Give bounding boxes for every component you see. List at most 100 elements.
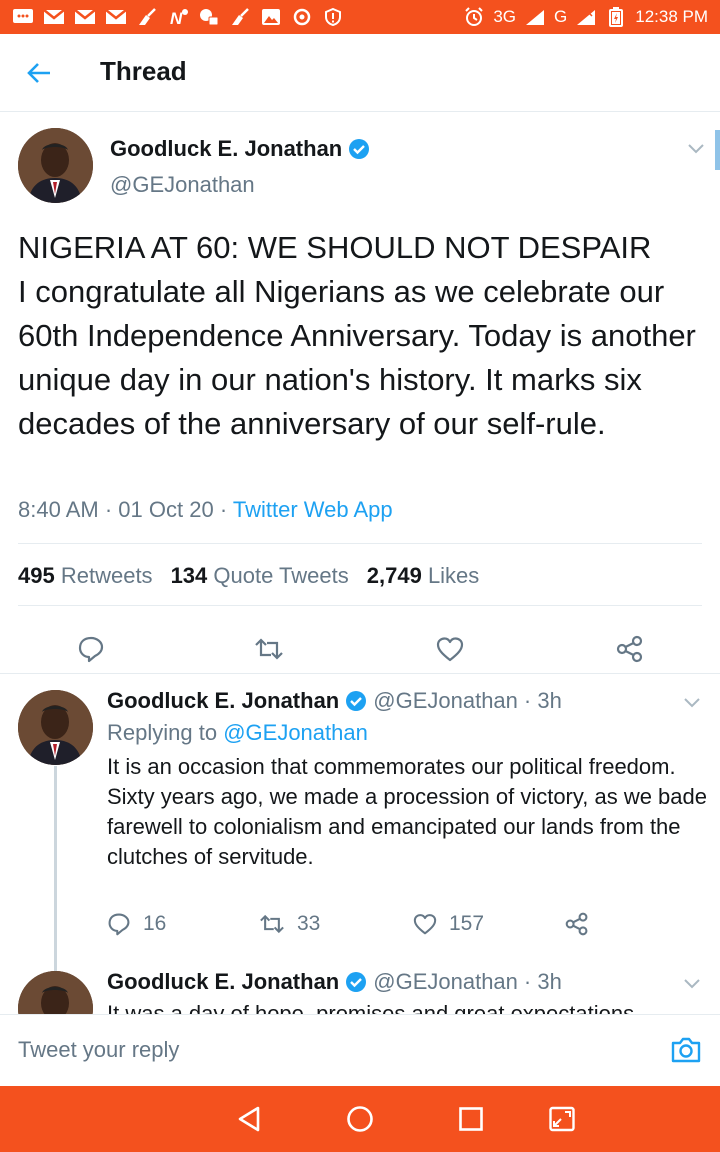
arrow-left-icon bbox=[27, 63, 50, 83]
reply-count: 16 bbox=[143, 912, 167, 935]
retweets-stat[interactable]: 495 Retweets bbox=[18, 563, 153, 589]
nav-recents-button[interactable] bbox=[456, 1104, 486, 1134]
tweet-date: 01 Oct 20 bbox=[118, 497, 214, 522]
tweet-actions bbox=[0, 622, 720, 672]
meta-separator: · bbox=[104, 497, 113, 522]
tweet-age: · 3h bbox=[523, 688, 562, 713]
author-name[interactable]: Goodluck E. Jonathan bbox=[110, 136, 370, 162]
retweet-icon bbox=[260, 914, 284, 934]
likes-count: 2,749 bbox=[366, 563, 422, 588]
verified-badge-icon bbox=[346, 972, 367, 992]
back-button[interactable] bbox=[22, 56, 56, 90]
tweet-options-button[interactable] bbox=[681, 692, 703, 714]
chevron-down-icon bbox=[684, 698, 700, 708]
author-handle[interactable]: @GEJonathan bbox=[110, 172, 255, 198]
clock: 12:38 PM bbox=[635, 7, 708, 26]
share-icon bbox=[616, 635, 643, 663]
avatar[interactable] bbox=[18, 128, 93, 203]
camera-icon bbox=[671, 1037, 701, 1063]
notification-icons: N bbox=[12, 8, 344, 26]
square-recents-icon bbox=[459, 1107, 483, 1131]
tweet-time: 8:40 AM bbox=[18, 497, 99, 522]
reply-input[interactable] bbox=[18, 1037, 618, 1063]
retweet-count: 33 bbox=[297, 912, 321, 935]
heart-icon bbox=[436, 637, 464, 662]
author-name[interactable]: Goodluck E. Jonathan bbox=[107, 688, 339, 714]
author-name[interactable]: Goodluck E. Jonathan bbox=[107, 969, 339, 995]
battery-icon bbox=[605, 7, 627, 27]
cleaner-icon bbox=[136, 8, 158, 26]
retweets-count: 495 bbox=[18, 563, 55, 588]
reply-button[interactable] bbox=[76, 634, 106, 664]
reply-button[interactable]: 16 bbox=[107, 912, 166, 936]
avatar[interactable] bbox=[18, 971, 93, 1015]
nav-home-button[interactable] bbox=[345, 1104, 375, 1134]
tweet-options-button[interactable] bbox=[681, 973, 703, 995]
author-name-text: Goodluck E. Jonathan bbox=[110, 136, 343, 161]
like-button[interactable]: 157 bbox=[413, 912, 484, 936]
cleaner-icon bbox=[229, 8, 251, 26]
tweet-meta: 8:40 AM · 01 Oct 20 · Twitter Web App bbox=[18, 497, 393, 523]
share-icon bbox=[565, 912, 588, 936]
chevron-down-icon bbox=[684, 979, 700, 989]
record-icon bbox=[291, 8, 313, 26]
signal-icon bbox=[524, 8, 546, 26]
alarm-icon bbox=[463, 7, 485, 26]
author-handle[interactable]: @GEJonathan bbox=[373, 969, 518, 995]
reply-text: It was a day of hope, promises and great… bbox=[107, 1001, 635, 1015]
message-icon bbox=[12, 8, 34, 26]
avatar[interactable] bbox=[18, 690, 93, 765]
verified-badge-icon bbox=[346, 691, 367, 711]
app-icon bbox=[198, 8, 220, 26]
reply-tweet[interactable]: Goodluck E. Jonathan @GEJonathan · 3h Re… bbox=[0, 674, 720, 964]
news-icon: N bbox=[167, 8, 189, 26]
like-count: 157 bbox=[449, 912, 485, 935]
reply-header: Goodluck E. Jonathan @GEJonathan · 3h bbox=[107, 688, 562, 714]
heart-icon bbox=[413, 914, 437, 935]
gallery-icon bbox=[260, 8, 282, 26]
replying-to: Replying to @GEJonathan bbox=[107, 720, 368, 746]
author-handle[interactable]: @GEJonathan bbox=[373, 688, 518, 714]
camera-button[interactable] bbox=[670, 1035, 702, 1067]
tweet-stats: 495 Retweets 134 Quote Tweets 2,749 Like… bbox=[18, 563, 479, 589]
likes-label: Likes bbox=[427, 563, 480, 588]
triangle-back-icon bbox=[238, 1106, 260, 1132]
shield-alert-icon bbox=[322, 8, 344, 26]
carrier-label: G bbox=[554, 7, 568, 26]
replying-to-link[interactable]: @GEJonathan bbox=[223, 720, 368, 745]
reply-actions: 16 33 157 bbox=[107, 912, 607, 942]
reply-icon bbox=[78, 636, 104, 663]
svg-text:N: N bbox=[170, 9, 183, 26]
meta-separator: · bbox=[219, 497, 228, 522]
tweet-text: NIGERIA AT 60: WE SHOULD NOT DESPAIR I c… bbox=[18, 230, 696, 441]
scroll-indicator bbox=[715, 130, 720, 170]
verified-badge-icon bbox=[349, 139, 370, 159]
quotes-count: 134 bbox=[170, 563, 208, 588]
share-button[interactable] bbox=[565, 912, 589, 936]
retweet-icon bbox=[255, 638, 283, 660]
app-header: Thread bbox=[0, 34, 720, 112]
nav-back-button[interactable] bbox=[234, 1104, 264, 1134]
retweet-button[interactable] bbox=[254, 634, 284, 664]
like-button[interactable] bbox=[435, 634, 465, 664]
chevron-down-icon bbox=[688, 144, 704, 154]
likes-stat[interactable]: 2,749 Likes bbox=[367, 563, 480, 589]
nav-screenshot-button[interactable] bbox=[547, 1104, 577, 1134]
quotes-stat[interactable]: 134 Quote Tweets bbox=[171, 563, 349, 589]
tweet-options-button[interactable] bbox=[685, 138, 707, 160]
divider bbox=[18, 605, 702, 606]
gmail-icon bbox=[43, 8, 65, 26]
quotes-label: Quote Tweets bbox=[213, 563, 349, 588]
reply-tweet[interactable]: Goodluck E. Jonathan @GEJonathan · 3h It… bbox=[0, 955, 720, 1015]
navigation-bar bbox=[0, 1086, 720, 1152]
signal-x-icon bbox=[575, 8, 597, 26]
tweet-source-link[interactable]: Twitter Web App bbox=[233, 497, 393, 522]
divider bbox=[18, 543, 702, 544]
system-status: 3G G 12:38 PM bbox=[463, 7, 708, 27]
status-bar: N 3G G 12:38 PM bbox=[0, 0, 720, 34]
retweets-label: Retweets bbox=[60, 563, 153, 588]
network-type: 3G bbox=[493, 7, 516, 26]
reply-icon bbox=[108, 913, 130, 936]
share-button[interactable] bbox=[615, 634, 645, 664]
retweet-button[interactable]: 33 bbox=[259, 912, 320, 936]
